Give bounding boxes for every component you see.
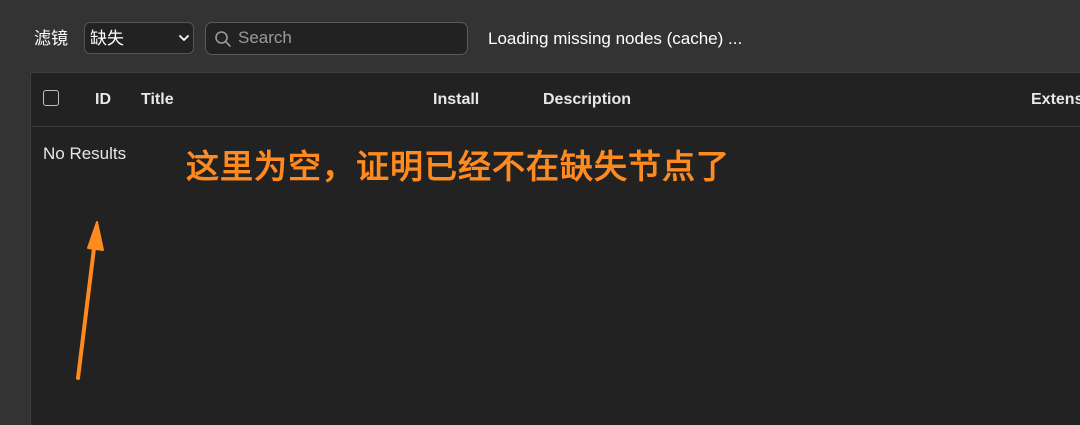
annotation-arrow-icon (76, 221, 104, 380)
select-all-checkbox[interactable] (43, 90, 59, 106)
toolbar: 滤镜 缺失 Loading missing nodes (cache) ... (0, 0, 1080, 72)
column-header-install[interactable]: Install (433, 90, 479, 110)
filter-select[interactable]: 缺失 (84, 22, 194, 54)
table-header: ID Title Install Description Extens (31, 73, 1080, 127)
nodes-table: ID Title Install Description Extens No R… (30, 72, 1080, 425)
search-input[interactable] (238, 26, 458, 50)
loading-status: Loading missing nodes (cache) ... (488, 29, 743, 48)
annotation-callout: 这里为空，证明已经不在缺失节点了 (186, 147, 730, 186)
chevron-down-icon (179, 35, 189, 41)
filter-select-value: 缺失 (90, 29, 124, 48)
search-box[interactable] (205, 22, 468, 55)
missing-nodes-page: 滤镜 缺失 Loading missing nodes (cache) ... … (0, 0, 1080, 425)
column-header-id[interactable]: ID (95, 90, 111, 110)
column-header-extension[interactable]: Extens (1031, 90, 1080, 110)
column-header-title[interactable]: Title (141, 90, 174, 110)
column-header-description[interactable]: Description (543, 90, 631, 110)
filter-label: 滤镜 (34, 29, 68, 48)
search-icon (215, 31, 231, 47)
